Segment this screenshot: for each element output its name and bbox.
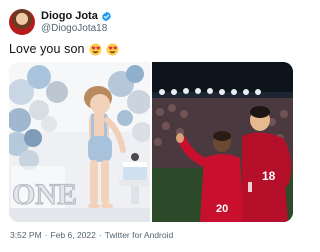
jersey-number-right: 18 (262, 169, 276, 183)
author-handle[interactable]: @DiogoJota18 (41, 23, 107, 35)
media-photo-celebration[interactable]: 20 18 (152, 62, 293, 222)
avatar[interactable] (9, 9, 35, 35)
tweet-time[interactable]: 3:52 PM (10, 230, 42, 241)
heart-eyes-emoji-icon (89, 43, 102, 55)
display-name[interactable]: Diogo Jota (41, 10, 98, 23)
birthday-photo-image: ONE (9, 62, 150, 222)
tweet-metadata: 3:52 PM · Feb 6, 2022 · Twitter for Andr… (10, 230, 173, 241)
media-photo-birthday[interactable]: ONE (9, 62, 150, 222)
separator-dot: · (44, 230, 48, 240)
tweet-date[interactable]: Feb 6, 2022 (51, 230, 96, 241)
tweet-source: Twitter for Android (104, 230, 174, 240)
tweet: Diogo Jota @DiogoJota18 Love you son ONE… (0, 0, 300, 252)
tweet-text-content: Love you son (9, 42, 85, 56)
author-name-row[interactable]: Diogo Jota (41, 10, 112, 23)
heart-eyes-emoji-icon (106, 43, 119, 55)
media-grid: ONE 20 18 (9, 62, 293, 222)
verified-badge-icon (101, 11, 111, 22)
jersey-number-left: 20 (216, 203, 228, 215)
separator-dot: · (98, 230, 102, 240)
one-sign-text: ONE (12, 178, 77, 211)
celebration-photo-image: 20 18 (152, 62, 293, 222)
tweet-text: Love you son (9, 41, 119, 57)
